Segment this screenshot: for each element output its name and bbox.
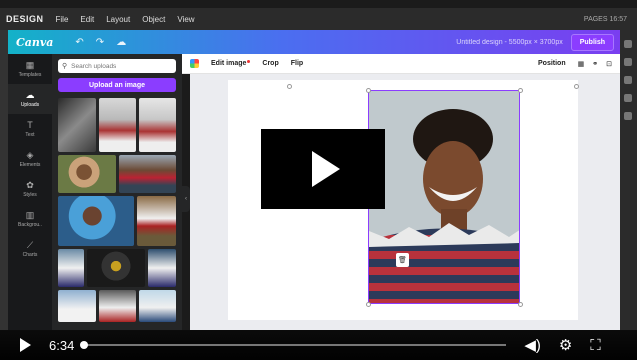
document-title[interactable]: Untitled design - 5500px × 3700px xyxy=(456,39,562,46)
video-play-overlay[interactable] xyxy=(261,129,385,209)
resize-handle[interactable] xyxy=(366,302,371,307)
menu-edit[interactable]: Edit xyxy=(80,15,94,24)
app-logo: DESIGN xyxy=(6,14,44,24)
resize-handle[interactable] xyxy=(366,88,371,93)
upload-thumbnail[interactable] xyxy=(139,98,176,152)
background-icon: ▥ xyxy=(25,209,35,220)
styles-icon: ✿ xyxy=(26,179,34,190)
undo-icon[interactable]: ↶ xyxy=(75,37,83,48)
upload-thumbnail[interactable] xyxy=(137,196,176,246)
menu-layout[interactable]: Layout xyxy=(106,15,130,24)
rail-item-uploads[interactable]: ☁ Uploads xyxy=(8,84,52,114)
video-frame: DESIGN File Edit Layout Object View PAGE… xyxy=(0,0,637,360)
tool-icon[interactable] xyxy=(624,76,632,84)
search-input[interactable] xyxy=(71,62,172,70)
fullscreen-icon[interactable]: ⛶ xyxy=(590,337,601,354)
charts-icon: ⟋ xyxy=(26,239,34,250)
edit-image-label: Edit image xyxy=(211,60,247,67)
collapse-panel-button[interactable]: ‹ xyxy=(182,186,190,212)
redo-icon[interactable]: ↷ xyxy=(96,37,104,48)
position-button[interactable]: Position xyxy=(538,60,566,67)
progress-knob[interactable] xyxy=(80,341,89,349)
upload-thumbnail[interactable] xyxy=(58,155,116,193)
transparency-icon[interactable]: ▦ xyxy=(578,60,585,68)
menu-file[interactable]: File xyxy=(56,15,69,24)
resize-handle[interactable] xyxy=(287,84,292,89)
rail-label: Uploads xyxy=(20,101,40,108)
link-icon[interactable]: ⚭ xyxy=(592,60,598,68)
lock-icon[interactable]: ⊡ xyxy=(606,60,612,68)
search-icon: ⚲ xyxy=(62,63,68,70)
menu-object[interactable]: Object xyxy=(142,15,165,24)
menu-view[interactable]: View xyxy=(177,15,194,24)
tool-icon[interactable] xyxy=(624,40,632,48)
search-box[interactable]: ⚲ xyxy=(58,59,176,73)
upload-thumbnail[interactable] xyxy=(58,290,96,322)
canva-header: Canva ↶ ↷ ☁ Untitled design - 5500px × 3… xyxy=(8,30,620,54)
crop-button[interactable]: Crop xyxy=(262,60,278,67)
upload-thumbnail[interactable] xyxy=(119,155,176,193)
rail-label: Backgrou.. xyxy=(18,221,42,228)
current-time: 6:34 xyxy=(49,337,75,353)
progress-bar[interactable] xyxy=(80,341,507,349)
rail-item-elements[interactable]: ◈ Elements xyxy=(8,144,52,174)
rail-item-background[interactable]: ▥ Backgrou.. xyxy=(8,204,52,234)
settings-gear-icon[interactable]: ⚙ xyxy=(559,336,572,354)
upload-thumbnail[interactable] xyxy=(58,249,84,287)
rail-label: Charts xyxy=(22,251,38,258)
rail-item-text[interactable]: T Text xyxy=(8,114,52,144)
chevron-left-icon: ‹ xyxy=(185,196,187,202)
elements-icon: ◈ xyxy=(26,149,34,160)
upload-thumbnail[interactable] xyxy=(58,196,134,246)
delete-icon[interactable]: 🗑 xyxy=(396,253,409,267)
tool-icon[interactable] xyxy=(624,112,632,120)
upload-image-button[interactable]: Upload an image xyxy=(58,78,176,92)
upload-thumbnail[interactable] xyxy=(58,98,96,152)
right-toolstrip xyxy=(620,30,637,330)
publish-button[interactable]: Publish xyxy=(570,33,614,51)
left-toolstrip xyxy=(0,30,8,330)
upload-thumbnail[interactable] xyxy=(148,249,176,287)
notification-dot xyxy=(247,60,251,63)
tool-icon[interactable] xyxy=(624,94,632,102)
resize-handle[interactable] xyxy=(574,84,579,89)
tool-icon[interactable] xyxy=(624,58,632,66)
cloud-save-icon[interactable]: ☁ xyxy=(116,37,126,48)
rail-label: Text xyxy=(25,131,35,138)
upload-thumbnail[interactable] xyxy=(99,98,136,152)
app-menubar: DESIGN File Edit Layout Object View PAGE… xyxy=(0,8,637,30)
rail-label: Templates xyxy=(18,71,42,78)
edit-image-button[interactable]: Edit image xyxy=(211,60,251,67)
editor-toolbar: Edit image Crop Flip Position ▦ ⚭ ⊡ xyxy=(182,54,620,74)
selected-photo[interactable] xyxy=(368,90,520,304)
upload-thumbnail[interactable] xyxy=(87,249,145,287)
uploads-panel: ⚲ Upload an image xyxy=(52,54,182,330)
rail-item-charts[interactable]: ⟋ Charts xyxy=(8,234,52,264)
video-controls: 6:34 ◀) ⚙ ⛶ xyxy=(0,330,637,360)
resize-handle[interactable] xyxy=(518,88,523,93)
upload-thumbnail[interactable] xyxy=(99,290,136,322)
play-icon xyxy=(312,151,340,187)
canva-logo: Canva xyxy=(16,35,54,49)
app-status: PAGES 16:57 xyxy=(583,15,627,23)
upload-icon: ☁ xyxy=(25,89,35,100)
canvas-workspace xyxy=(190,74,620,330)
rail-item-templates[interactable]: ▦ Templates xyxy=(8,54,52,84)
color-picker-icon[interactable] xyxy=(190,59,199,68)
rail-label: Elements xyxy=(19,161,41,168)
portrait-image xyxy=(369,91,519,303)
flip-button[interactable]: Flip xyxy=(291,60,303,67)
text-icon: T xyxy=(27,119,33,130)
upload-thumbnails xyxy=(58,98,176,322)
side-rail: ▦ Templates ☁ Uploads T Text ◈ Elements … xyxy=(8,54,52,330)
volume-icon[interactable]: ◀) xyxy=(524,336,541,354)
rail-label: Styles xyxy=(23,191,37,198)
upload-thumbnail[interactable] xyxy=(139,290,176,322)
templates-icon: ▦ xyxy=(25,59,35,70)
resize-handle[interactable] xyxy=(518,302,523,307)
play-button[interactable] xyxy=(20,338,31,352)
rail-item-styles[interactable]: ✿ Styles xyxy=(8,174,52,204)
